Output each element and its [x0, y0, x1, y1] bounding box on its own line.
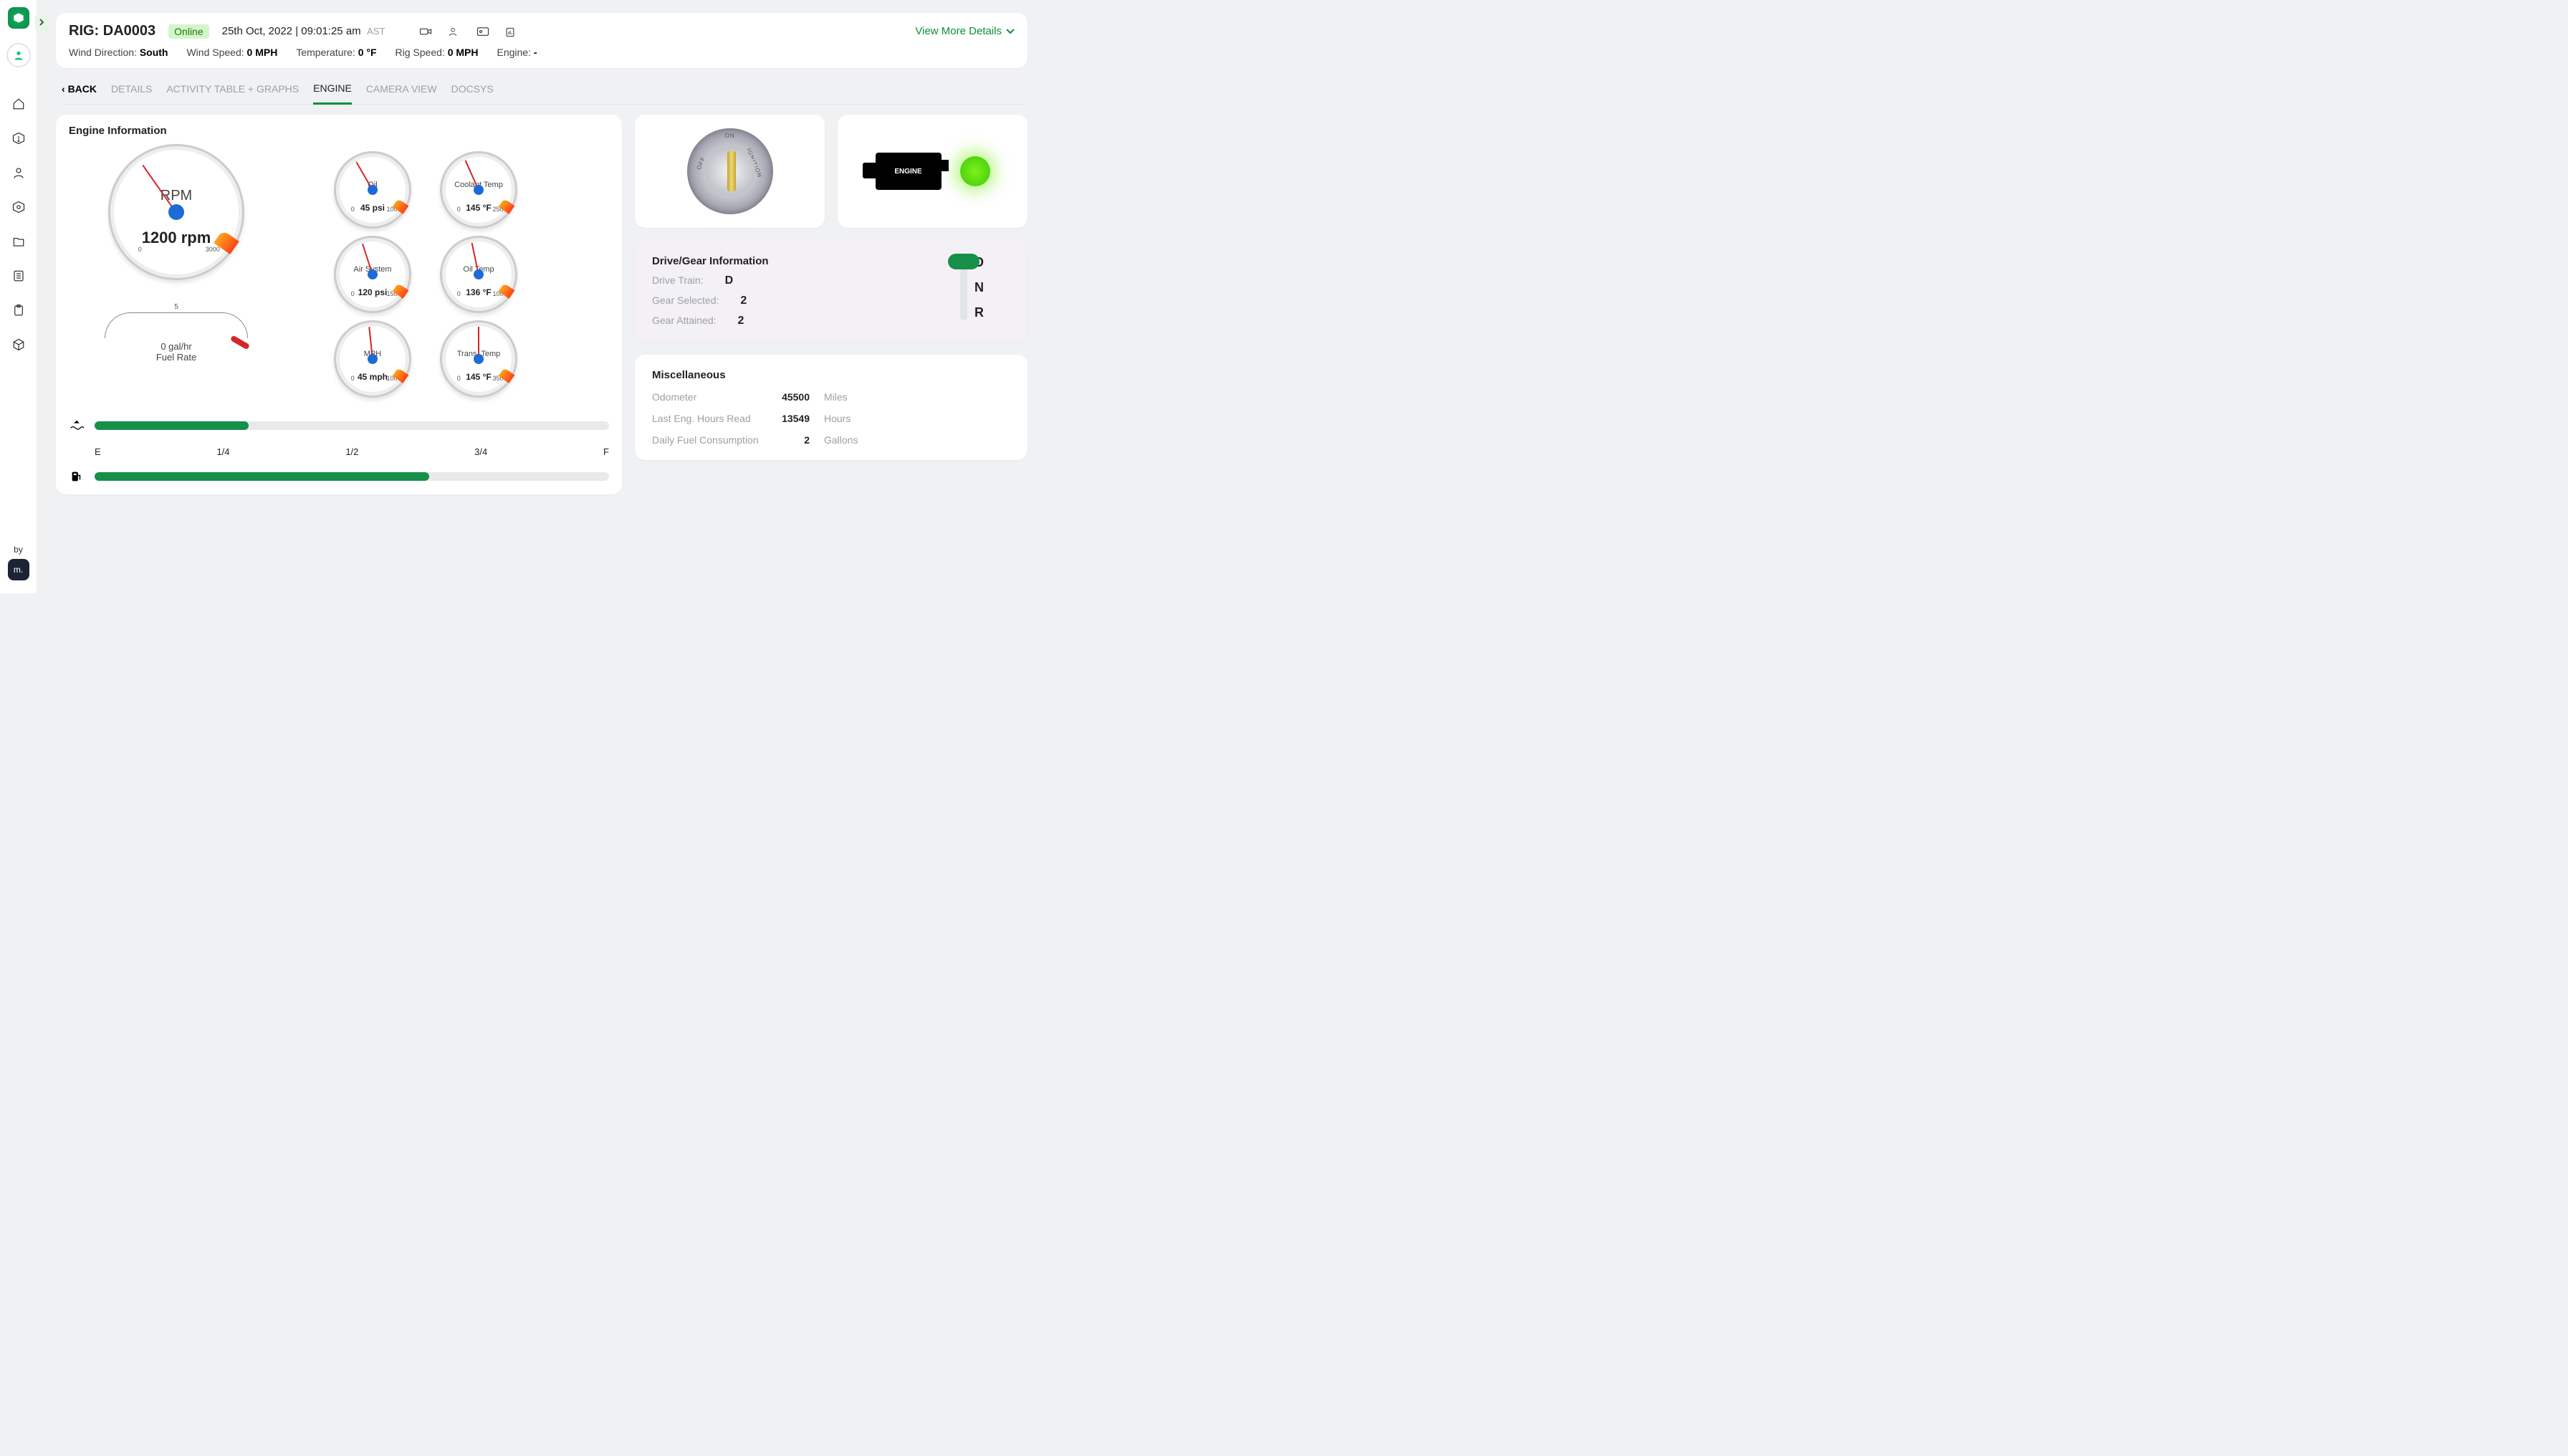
- list-icon[interactable]: [12, 269, 25, 282]
- gear-card: Drive/Gear Information Drive Train:D Gea…: [635, 241, 1027, 342]
- status-badge: Online: [168, 24, 209, 39]
- gauge-air-system: Air System 120 psi 0 150: [334, 236, 411, 313]
- gauge-trans-temp: Trans. Temp 145 °F 0 350: [440, 320, 517, 398]
- tab-docsys[interactable]: DOCSYS: [451, 83, 494, 103]
- tab-details[interactable]: DETAILS: [111, 83, 152, 103]
- rig-title: RIG: DA0003: [69, 23, 155, 39]
- gauge-oil-temp: Oil Temp 136 °F 0 100: [440, 236, 517, 313]
- back-button[interactable]: ‹ BACK: [62, 83, 97, 103]
- gear-shifter[interactable]: D N R: [960, 255, 1010, 320]
- engine-status-card: ENGINE: [838, 115, 1027, 228]
- user-icon[interactable]: [12, 166, 25, 179]
- alert-icon[interactable]: [12, 132, 25, 145]
- view-more-link[interactable]: View More Details: [915, 25, 1015, 37]
- misc-row: Last Eng. Hours Read13549Hours: [652, 413, 1010, 424]
- ignition-card: OFF ON IGNITION: [635, 115, 825, 228]
- tab-camera[interactable]: CAMERA VIEW: [366, 83, 437, 103]
- camera-icon[interactable]: [419, 27, 432, 37]
- header-card: RIG: DA0003 Online 25th Oct, 2022 | 09:0…: [56, 13, 1027, 68]
- chevron-down-icon: [1006, 29, 1015, 34]
- tab-engine[interactable]: ENGINE: [313, 82, 352, 105]
- sidebar: by m.: [0, 0, 37, 593]
- gauge-rpm: RPM 1200 rpm 0 3000: [108, 144, 244, 280]
- cube-icon[interactable]: [12, 338, 25, 351]
- home-icon[interactable]: [12, 97, 25, 110]
- fuel-pump-icon: [69, 469, 85, 484]
- logo-icon: [8, 7, 29, 29]
- water-level-slider: [69, 418, 609, 434]
- gauge-mph: MPH 45 mph 0 100: [334, 320, 411, 398]
- sidebar-footer: by m.: [8, 545, 29, 580]
- timezone: AST: [367, 26, 385, 37]
- timestamp: 25th Oct, 2022 | 09:01:25 am: [222, 25, 361, 37]
- misc-title: Miscellaneous: [652, 369, 1010, 381]
- misc-card: Miscellaneous Odometer45500Miles Last Eng…: [635, 355, 1027, 460]
- engine-info-title: Engine Information: [69, 125, 609, 137]
- misc-row: Odometer45500Miles: [652, 391, 1010, 403]
- fuel-level-slider: [69, 469, 609, 484]
- gauge-fuel-rate: 5 0 gal/hr Fuel Rate: [105, 303, 248, 363]
- id-card-icon[interactable]: [476, 27, 489, 37]
- sidebar-expand-button[interactable]: [35, 14, 48, 30]
- avatar[interactable]: [6, 43, 31, 67]
- gauge-oil: Oil 45 psi 0 100: [334, 151, 411, 229]
- engine-info-card: Engine Information RPM 1200 rpm 0 3000: [56, 115, 622, 494]
- tab-activity[interactable]: ACTIVITY TABLE + GRAPHS: [166, 83, 299, 103]
- folder-icon[interactable]: [12, 235, 25, 248]
- person-icon[interactable]: [448, 27, 461, 37]
- misc-row: Daily Fuel Consumption2Gallons: [652, 434, 1010, 446]
- tabs: ‹ BACK DETAILS ACTIVITY TABLE + GRAPHS E…: [62, 82, 1022, 105]
- engine-block-icon: ENGINE: [876, 153, 942, 190]
- vendor-badge: m.: [8, 559, 29, 580]
- engine-status-light: [960, 156, 990, 186]
- clipboard-icon[interactable]: [12, 304, 25, 317]
- gear-card-title: Drive/Gear Information: [652, 255, 769, 267]
- water-icon: [69, 418, 85, 434]
- chart-icon[interactable]: [505, 27, 518, 37]
- gauge-coolant-temp: Coolant Temp 145 °F 0 250: [440, 151, 517, 229]
- main: RIG: DA0003 Online 25th Oct, 2022 | 09:0…: [37, 0, 1046, 593]
- gear-icon[interactable]: [12, 201, 25, 214]
- ignition-dial[interactable]: OFF ON IGNITION: [687, 128, 773, 214]
